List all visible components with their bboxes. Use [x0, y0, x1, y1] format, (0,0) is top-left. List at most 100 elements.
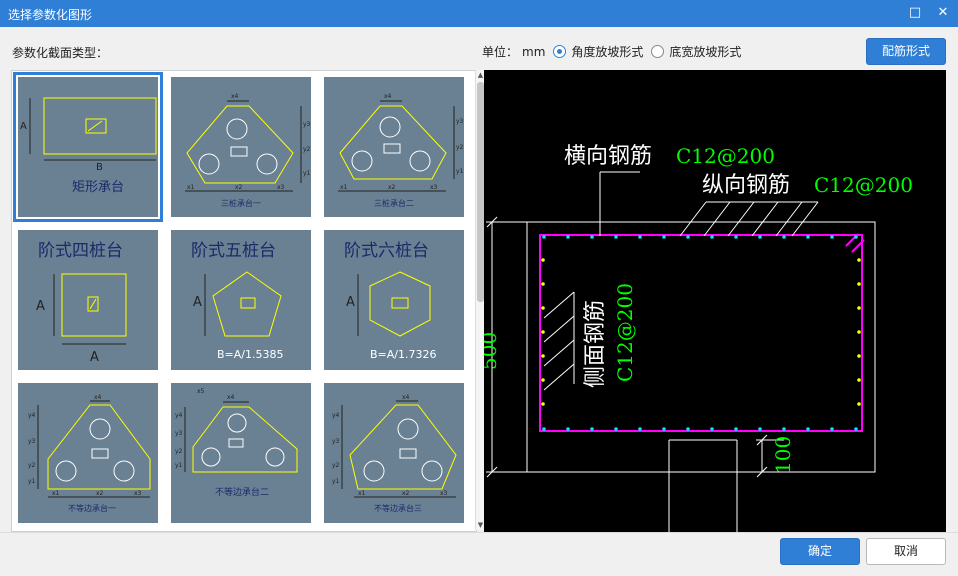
- side-rebar-dot: [857, 402, 861, 406]
- rebar-dot: [686, 235, 690, 239]
- rebar-form-button[interactable]: 配筋形式: [866, 38, 946, 65]
- rect-shape-svg: A B 矩形承台: [20, 97, 157, 195]
- unequal-3-svg: x4 y4 y3 y2 y1 x1 x2 x3 不等边承台三: [332, 394, 457, 513]
- shape-item-unequal-2[interactable]: x4 x5 y4 y3 y2 y1 不等边承台二: [165, 377, 317, 529]
- formula-label: B=A/1.5385: [217, 348, 283, 361]
- shape-item-three-pile-1[interactable]: x4 y3 y2 y1 x1 x2 x3 三桩承台一: [165, 71, 317, 223]
- three-pile-1-svg: x4 y3 y2 y1 x1 x2 x3 三桩承台一: [185, 93, 311, 208]
- rebar-dot: [542, 427, 546, 431]
- dim-label: y1: [303, 170, 311, 177]
- angle-slope-label[interactable]: 角度放坡形式: [571, 43, 643, 60]
- side-rebar-dot: [541, 402, 545, 406]
- dim-label: y2: [175, 448, 183, 455]
- dim-label: x2: [388, 184, 396, 191]
- shape-item-step-six-pile[interactable]: 阶式六桩台 A B=A/1.7326: [318, 224, 470, 376]
- side-rebar-dot: [541, 282, 545, 286]
- side-label: 侧面钢筋: [583, 300, 608, 388]
- dim-label: x4: [231, 93, 239, 100]
- side-rebar-dot: [857, 258, 861, 262]
- step-four-pile-svg: 阶式四桩台 A A: [36, 241, 127, 365]
- dim-label: A: [193, 295, 202, 310]
- shape-item-step-four-pile[interactable]: 阶式四桩台 A A: [12, 224, 164, 376]
- dim-label: x1: [358, 490, 366, 497]
- unequal-2-svg: x4 x5 y4 y3 y2 y1 不等边承台二: [175, 388, 298, 498]
- shape-caption: 阶式五桩台: [191, 241, 276, 261]
- dim-label: x3: [277, 184, 285, 191]
- shape-caption: 三桩承台二: [374, 198, 414, 208]
- maximize-icon[interactable]: □: [906, 4, 924, 22]
- transverse-spec: C12@200: [676, 144, 775, 168]
- dim-label: x4: [227, 394, 235, 401]
- longitudinal-spec: C12@200: [814, 173, 913, 197]
- dim-label: y1: [175, 462, 183, 469]
- bottom-width-slope-radio[interactable]: [651, 45, 665, 58]
- rebar-dot: [806, 427, 810, 431]
- bottom-dim-label: 100: [771, 436, 795, 474]
- rebar-dot: [590, 427, 594, 431]
- angle-slope-radio[interactable]: [553, 45, 567, 58]
- rebar-dot: [566, 427, 570, 431]
- dim-label: y3: [175, 430, 183, 437]
- dim-label: A: [90, 350, 99, 365]
- dim-label: x4: [94, 394, 102, 401]
- shape-item-rect[interactable]: A B 矩形承台: [12, 71, 164, 223]
- shape-item-three-pile-2[interactable]: x4 y3 y2 y1 x1 x2 x3 三桩承台二: [318, 71, 470, 223]
- unequal-1-svg: x4 y4 y3 y2 y1 x1 x2 x3 不等边承台一: [28, 394, 151, 513]
- title-bar: 选择参数化图形 □ ✕: [0, 0, 958, 27]
- dim-label: B: [96, 162, 103, 173]
- bottom-width-slope-label[interactable]: 底宽放坡形式: [669, 43, 741, 60]
- rebar-dot: [710, 427, 714, 431]
- dim-label: y4: [175, 412, 183, 419]
- side-rebar-dot: [541, 258, 545, 262]
- dim-label: A: [346, 295, 355, 310]
- unit-value: mm: [522, 44, 546, 59]
- dim-label: y3: [28, 438, 36, 445]
- shape-caption: 不等边承台三: [374, 503, 422, 513]
- longitudinal-label: 纵向钢筋: [702, 173, 790, 198]
- rebar-dot: [734, 427, 738, 431]
- rebar-preview-panel: 横向钢筋 C12@200 纵向钢筋 C12@200 侧面钢筋 C12@200 5…: [484, 70, 946, 532]
- rebar-dot: [662, 235, 666, 239]
- dim-label: y1: [332, 478, 340, 485]
- rebar-dot: [614, 427, 618, 431]
- dim-label: y3: [332, 438, 340, 445]
- dim-label: y3: [303, 121, 311, 128]
- cancel-button[interactable]: 取消: [866, 538, 946, 565]
- side-rebar-dot: [541, 306, 545, 310]
- shape-caption: 阶式四桩台: [38, 241, 123, 261]
- shape-item-unequal-1[interactable]: x4 y4 y3 y2 y1 x1 x2 x3 不等边承台一: [12, 377, 164, 529]
- shape-gallery: A B 矩形承台 x4 y3 y2 y1 x1 x2 x3 三桩承台一 x4 y…: [11, 70, 477, 532]
- shape-item-step-five-pile[interactable]: 阶式五桩台 A B=A/1.5385: [165, 224, 317, 376]
- shape-caption: 矩形承台: [72, 180, 124, 195]
- dim-label: x4: [384, 93, 392, 100]
- dim-label: x5: [197, 388, 205, 395]
- dim-label: A: [36, 299, 45, 314]
- rebar-dot: [830, 427, 834, 431]
- rebar-dot: [590, 235, 594, 239]
- rebar-dot: [566, 235, 570, 239]
- shape-caption: 三桩承台一: [221, 198, 261, 208]
- formula-label: B=A/1.7326: [370, 348, 436, 361]
- dim-label: A: [20, 121, 27, 132]
- side-rebar-dot: [541, 330, 545, 334]
- side-rebar-dot: [857, 378, 861, 382]
- rebar-dot: [638, 427, 642, 431]
- dim-label: y2: [303, 146, 311, 153]
- rebar-dot: [734, 235, 738, 239]
- dim-label: y3: [456, 118, 464, 125]
- scroll-thumb[interactable]: [477, 82, 484, 302]
- side-spec: C12@200: [613, 283, 637, 382]
- side-rebar-dot: [857, 354, 861, 358]
- dim-label: x4: [402, 394, 410, 401]
- shape-caption: 不等边承台一: [68, 503, 116, 513]
- rebar-dot: [542, 235, 546, 239]
- close-icon[interactable]: ✕: [934, 4, 952, 22]
- rebar-dot: [782, 235, 786, 239]
- dim-label: y2: [456, 144, 464, 151]
- ok-button[interactable]: 确定: [780, 538, 860, 565]
- section-type-label: 参数化截面类型：: [12, 46, 109, 60]
- rebar-dot: [758, 427, 762, 431]
- side-rebar-dot: [541, 354, 545, 358]
- rebar-dot: [854, 235, 858, 239]
- shape-item-unequal-3[interactable]: x4 y4 y3 y2 y1 x1 x2 x3 不等边承台三: [318, 377, 470, 529]
